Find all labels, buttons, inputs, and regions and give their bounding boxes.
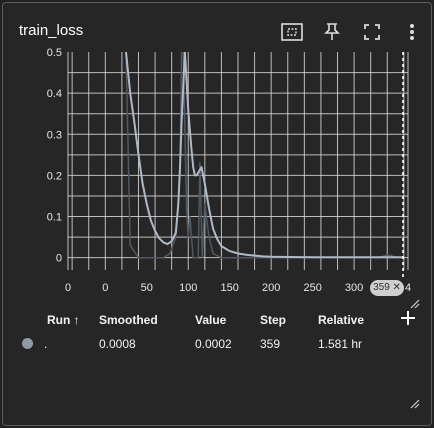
hover-step-chip[interactable]: 359 ✕ <box>370 280 404 296</box>
y-tick-label: 0.2 <box>47 170 62 182</box>
x-tick-label: 0 <box>102 282 108 294</box>
loss-chart[interactable]: 0 0.1 0.2 0.3 0.4 0.5 0 0 50 100 150 200 250 300 4 <box>0 0 434 300</box>
cell-relative: 1.581 hr <box>318 337 363 351</box>
x-tick-label: 100 <box>179 282 197 294</box>
resize-icon <box>410 399 420 409</box>
resize-icon <box>410 299 420 309</box>
cell-run: . <box>44 337 48 351</box>
card-resize-handle[interactable] <box>410 396 420 409</box>
cell-value: 0.0002 <box>195 337 232 351</box>
cell-step: 359 <box>260 337 281 351</box>
header-run[interactable]: Run ↑ <box>47 313 80 327</box>
x-tick-label: 50 <box>141 282 153 294</box>
y-tick-label: 0 <box>56 253 62 265</box>
run-color-swatch <box>22 338 33 349</box>
header-smoothed[interactable]: Smoothed <box>99 313 158 327</box>
add-column-button[interactable] <box>399 309 417 327</box>
header-value[interactable]: Value <box>195 313 226 327</box>
y-tick-label: 0.5 <box>47 47 62 59</box>
y-tick-label: 0.4 <box>47 88 62 100</box>
chart-resize-handle[interactable] <box>410 296 420 309</box>
y-tick-label: 0.1 <box>47 212 62 224</box>
x-tick-label: 0 <box>65 282 71 294</box>
plus-icon <box>401 311 415 325</box>
y-tick-label: 0.3 <box>47 129 62 141</box>
hover-step-label: 359 ✕ <box>373 282 401 293</box>
x-tick-label: 300 <box>345 282 363 294</box>
cell-smoothed: 0.0008 <box>99 337 136 351</box>
header-step[interactable]: Step <box>260 313 286 327</box>
header-relative[interactable]: Relative <box>318 313 364 327</box>
x-tick-label: 150 <box>221 282 239 294</box>
x-tick-label: 4 <box>405 282 411 294</box>
x-tick-label: 200 <box>262 282 280 294</box>
x-tick-label: 250 <box>303 282 321 294</box>
